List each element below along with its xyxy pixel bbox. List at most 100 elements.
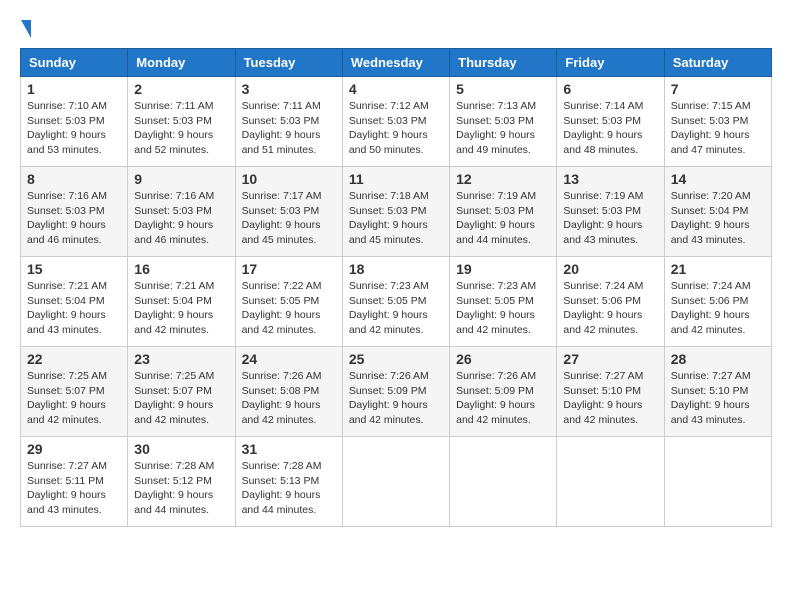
day-number: 12 bbox=[456, 171, 550, 187]
calendar-cell: 4 Sunrise: 7:12 AMSunset: 5:03 PMDaylight… bbox=[342, 77, 449, 167]
day-info: Sunrise: 7:19 AMSunset: 5:03 PMDaylight:… bbox=[563, 189, 657, 248]
day-info: Sunrise: 7:19 AMSunset: 5:03 PMDaylight:… bbox=[456, 189, 550, 248]
day-number: 4 bbox=[349, 81, 443, 97]
calendar-cell: 30 Sunrise: 7:28 AMSunset: 5:12 PMDayligh… bbox=[128, 437, 235, 527]
calendar-cell: 15Sunrise: 7:21 AMSunset: 5:04 PMDayligh… bbox=[21, 257, 128, 347]
calendar-cell: 31 Sunrise: 7:28 AMSunset: 5:13 PMDayligh… bbox=[235, 437, 342, 527]
day-number: 19 bbox=[456, 261, 550, 277]
day-info: Sunrise: 7:16 AMSunset: 5:03 PMDaylight:… bbox=[27, 189, 121, 248]
day-info: Sunrise: 7:20 AMSunset: 5:04 PMDaylight:… bbox=[671, 189, 765, 248]
day-number: 8 bbox=[27, 171, 121, 187]
logo-icon bbox=[21, 20, 31, 38]
calendar-cell: 2 Sunrise: 7:11 AMSunset: 5:03 PMDaylight… bbox=[128, 77, 235, 167]
day-info: Sunrise: 7:27 AMSunset: 5:10 PMDaylight:… bbox=[671, 369, 765, 428]
day-info: Sunrise: 7:22 AMSunset: 5:05 PMDaylight:… bbox=[242, 279, 336, 338]
day-info: Sunrise: 7:26 AMSunset: 5:08 PMDaylight:… bbox=[242, 369, 336, 428]
calendar-cell: 6 Sunrise: 7:14 AMSunset: 5:03 PMDaylight… bbox=[557, 77, 664, 167]
day-number: 22 bbox=[27, 351, 121, 367]
calendar-cell: 13 Sunrise: 7:19 AMSunset: 5:03 PMDayligh… bbox=[557, 167, 664, 257]
day-info: Sunrise: 7:15 AMSunset: 5:03 PMDaylight:… bbox=[671, 99, 765, 158]
day-header-monday: Monday bbox=[128, 49, 235, 77]
day-number: 18 bbox=[349, 261, 443, 277]
calendar-cell: 23 Sunrise: 7:25 AMSunset: 5:07 PMDayligh… bbox=[128, 347, 235, 437]
day-info: Sunrise: 7:13 AMSunset: 5:03 PMDaylight:… bbox=[456, 99, 550, 158]
day-number: 15 bbox=[27, 261, 121, 277]
calendar-week-row: 15 Sunrise: 7:21 AMSunset: 5:04 PMDayligh… bbox=[21, 257, 772, 347]
day-number: 21 bbox=[671, 261, 765, 277]
day-number: 10 bbox=[242, 171, 336, 187]
day-number: 27 bbox=[563, 351, 657, 367]
calendar-week-row: 22 Sunrise: 7:25 AMSunset: 5:07 PMDayligh… bbox=[21, 347, 772, 437]
day-number: 29 bbox=[27, 441, 121, 457]
day-info: Sunrise: 7:16 AMSunset: 5:03 PMDaylight:… bbox=[134, 189, 228, 248]
calendar-cell: 25 Sunrise: 7:26 AMSunset: 5:09 PMDayligh… bbox=[342, 347, 449, 437]
calendar-cell: 12 Sunrise: 7:19 AMSunset: 5:03 PMDayligh… bbox=[450, 167, 557, 257]
calendar-cell: 1 Sunrise: 7:10 AMSunset: 5:03 PMDaylight… bbox=[21, 77, 128, 167]
calendar-week-row: 1 Sunrise: 7:10 AMSunset: 5:03 PMDaylight… bbox=[21, 77, 772, 167]
day-info: Sunrise: 7:25 AMSunset: 5:07 PMDaylight:… bbox=[134, 369, 228, 428]
day-info: Sunrise: 7:24 AMSunset: 5:06 PMDaylight:… bbox=[563, 279, 657, 338]
day-number: 17 bbox=[242, 261, 336, 277]
day-header-tuesday: Tuesday bbox=[235, 49, 342, 77]
calendar-cell: 14 Sunrise: 7:20 AMSunset: 5:04 PMDayligh… bbox=[664, 167, 771, 257]
day-info: Sunrise: 7:23 AMSunset: 5:05 PMDaylight:… bbox=[456, 279, 550, 338]
calendar-cell: 3 Sunrise: 7:11 AMSunset: 5:03 PMDaylight… bbox=[235, 77, 342, 167]
day-info: Sunrise: 7:25 AMSunset: 5:07 PMDaylight:… bbox=[27, 369, 121, 428]
calendar-cell: 5 Sunrise: 7:13 AMSunset: 5:03 PMDaylight… bbox=[450, 77, 557, 167]
day-info: Sunrise: 7:18 AMSunset: 5:03 PMDaylight:… bbox=[349, 189, 443, 248]
calendar-cell: 10Sunrise: 7:17 AMSunset: 5:03 PMDayligh… bbox=[235, 167, 342, 257]
day-info: Sunrise: 7:14 AMSunset: 5:03 PMDaylight:… bbox=[563, 99, 657, 158]
calendar-cell bbox=[342, 437, 449, 527]
calendar-cell: 8 Sunrise: 7:16 AMSunset: 5:03 PMDaylight… bbox=[21, 167, 128, 257]
day-number: 23 bbox=[134, 351, 228, 367]
calendar-cell: 29 Sunrise: 7:27 AMSunset: 5:11 PMDayligh… bbox=[21, 437, 128, 527]
day-number: 9 bbox=[134, 171, 228, 187]
day-header-sunday: Sunday bbox=[21, 49, 128, 77]
day-number: 14 bbox=[671, 171, 765, 187]
calendar-cell: 22 Sunrise: 7:25 AMSunset: 5:07 PMDayligh… bbox=[21, 347, 128, 437]
day-info: Sunrise: 7:21 AMSunset: 5:04 PMDaylight:… bbox=[134, 279, 228, 338]
calendar-cell: 21Sunrise: 7:24 AMSunset: 5:06 PMDayligh… bbox=[664, 257, 771, 347]
day-info: Sunrise: 7:11 AMSunset: 5:03 PMDaylight:… bbox=[242, 99, 336, 158]
day-header-friday: Friday bbox=[557, 49, 664, 77]
day-info: Sunrise: 7:28 AMSunset: 5:13 PMDaylight:… bbox=[242, 459, 336, 518]
day-info: Sunrise: 7:26 AMSunset: 5:09 PMDaylight:… bbox=[349, 369, 443, 428]
logo bbox=[20, 20, 31, 38]
day-number: 31 bbox=[242, 441, 336, 457]
calendar-week-row: 8 Sunrise: 7:16 AMSunset: 5:03 PMDaylight… bbox=[21, 167, 772, 257]
calendar-cell: 28 Sunrise: 7:27 AMSunset: 5:10 PMDayligh… bbox=[664, 347, 771, 437]
day-number: 2 bbox=[134, 81, 228, 97]
day-header-wednesday: Wednesday bbox=[342, 49, 449, 77]
day-info: Sunrise: 7:12 AMSunset: 5:03 PMDaylight:… bbox=[349, 99, 443, 158]
calendar-header-row: SundayMondayTuesdayWednesdayThursdayFrid… bbox=[21, 49, 772, 77]
day-info: Sunrise: 7:26 AMSunset: 5:09 PMDaylight:… bbox=[456, 369, 550, 428]
calendar-cell: 24Sunrise: 7:26 AMSunset: 5:08 PMDayligh… bbox=[235, 347, 342, 437]
day-info: Sunrise: 7:10 AMSunset: 5:03 PMDaylight:… bbox=[27, 99, 121, 158]
calendar-cell bbox=[557, 437, 664, 527]
day-number: 13 bbox=[563, 171, 657, 187]
day-info: Sunrise: 7:23 AMSunset: 5:05 PMDaylight:… bbox=[349, 279, 443, 338]
calendar-cell: 11 Sunrise: 7:18 AMSunset: 5:03 PMDayligh… bbox=[342, 167, 449, 257]
day-info: Sunrise: 7:11 AMSunset: 5:03 PMDaylight:… bbox=[134, 99, 228, 158]
day-info: Sunrise: 7:27 AMSunset: 5:10 PMDaylight:… bbox=[563, 369, 657, 428]
day-number: 11 bbox=[349, 171, 443, 187]
header bbox=[20, 20, 772, 38]
day-number: 6 bbox=[563, 81, 657, 97]
day-number: 25 bbox=[349, 351, 443, 367]
calendar-cell bbox=[664, 437, 771, 527]
day-number: 28 bbox=[671, 351, 765, 367]
calendar-cell: 27 Sunrise: 7:27 AMSunset: 5:10 PMDayligh… bbox=[557, 347, 664, 437]
day-number: 3 bbox=[242, 81, 336, 97]
day-number: 7 bbox=[671, 81, 765, 97]
calendar-cell: 16Sunrise: 7:21 AMSunset: 5:04 PMDayligh… bbox=[128, 257, 235, 347]
day-number: 1 bbox=[27, 81, 121, 97]
day-info: Sunrise: 7:27 AMSunset: 5:11 PMDaylight:… bbox=[27, 459, 121, 518]
calendar-cell: 20Sunrise: 7:24 AMSunset: 5:06 PMDayligh… bbox=[557, 257, 664, 347]
day-number: 5 bbox=[456, 81, 550, 97]
day-header-thursday: Thursday bbox=[450, 49, 557, 77]
calendar-cell: 17 Sunrise: 7:22 AMSunset: 5:05 PMDayligh… bbox=[235, 257, 342, 347]
calendar-table: SundayMondayTuesdayWednesdayThursdayFrid… bbox=[20, 48, 772, 527]
calendar-cell: 19 Sunrise: 7:23 AMSunset: 5:05 PMDayligh… bbox=[450, 257, 557, 347]
day-number: 30 bbox=[134, 441, 228, 457]
day-info: Sunrise: 7:28 AMSunset: 5:12 PMDaylight:… bbox=[134, 459, 228, 518]
